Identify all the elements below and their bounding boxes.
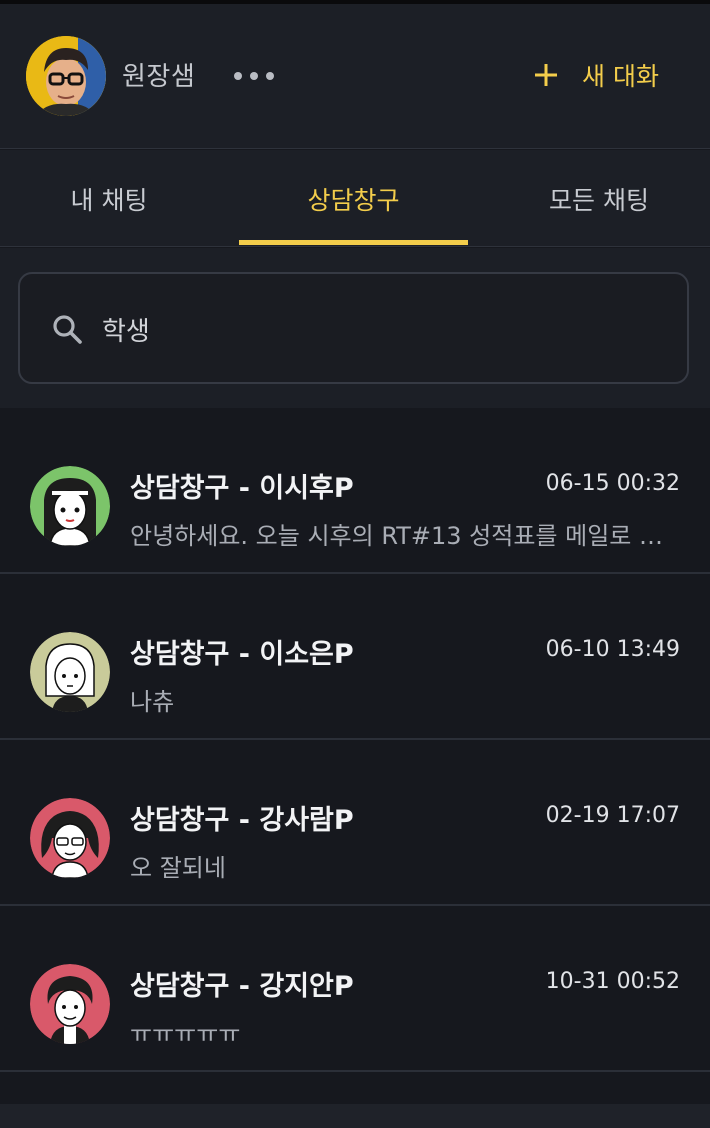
app-header: 원장샘 새 대화 — [0, 4, 710, 149]
chat-preview: ㅠㅠㅠㅠㅠ — [130, 1020, 241, 1048]
chat-timestamp: 06-10 13:49 — [545, 637, 680, 662]
chat-avatar — [30, 964, 110, 1044]
tab-bar: 내 채팅 상담창구 모든 채팅 — [0, 150, 710, 247]
chat-avatar — [30, 466, 110, 546]
chat-preview: 안녕하세요. 오늘 시후의 RT#13 성적표를 메일로 보내드렸습니다. — [130, 522, 675, 550]
chat-timestamp: 06-15 00:32 — [545, 471, 680, 496]
chat-title: 상담창구 - 강사람P — [130, 805, 354, 836]
chat-title: 상담창구 - 이시후P — [130, 473, 354, 504]
chat-list-item[interactable]: 상담창구 - 강사람P 02-19 17:07 오 잘되네 — [0, 740, 710, 906]
tab-counseling[interactable]: 상담창구 — [239, 150, 468, 247]
new-chat-label: 새 대화 — [582, 62, 659, 91]
chat-list-item[interactable]: 상담창구 - 이소은P 06-10 13:49 나츄 — [0, 574, 710, 740]
new-chat-button[interactable]: 새 대화 — [532, 50, 659, 100]
search-icon — [53, 315, 82, 344]
chat-avatar — [30, 798, 110, 878]
chat-timestamp: 02-19 17:07 — [545, 803, 680, 828]
chat-avatar — [30, 632, 110, 712]
chat-list-item[interactable]: 상담창구 - 강지안P 10-31 00:52 ㅠㅠㅠㅠㅠ — [0, 906, 710, 1072]
chat-preview: 오 잘되네 — [130, 854, 226, 882]
chat-title: 상담창구 - 이소은P — [130, 639, 354, 670]
search-box[interactable] — [18, 272, 689, 384]
tab-all-chats[interactable]: 모든 채팅 — [490, 150, 708, 247]
profile-avatar[interactable] — [26, 36, 106, 116]
chat-list: 상담창구 - 이시후P 06-15 00:32 안녕하세요. 오늘 시후의 RT… — [0, 408, 710, 1128]
chat-timestamp: 10-31 00:52 — [545, 969, 680, 994]
active-tab-indicator — [239, 240, 468, 245]
search-area — [0, 248, 710, 408]
search-input[interactable] — [102, 304, 662, 354]
chat-title: 상담창구 - 강지안P — [130, 971, 354, 1002]
more-horizontal-icon[interactable] — [234, 66, 274, 86]
bottom-strip — [0, 1104, 710, 1128]
tab-my-chats[interactable]: 내 채팅 — [0, 150, 218, 247]
plus-icon — [535, 64, 557, 86]
profile-name[interactable]: 원장샘 — [122, 56, 195, 93]
chat-list-item[interactable]: 상담창구 - 이시후P 06-15 00:32 안녕하세요. 오늘 시후의 RT… — [0, 408, 710, 574]
chat-preview: 나츄 — [130, 688, 175, 716]
